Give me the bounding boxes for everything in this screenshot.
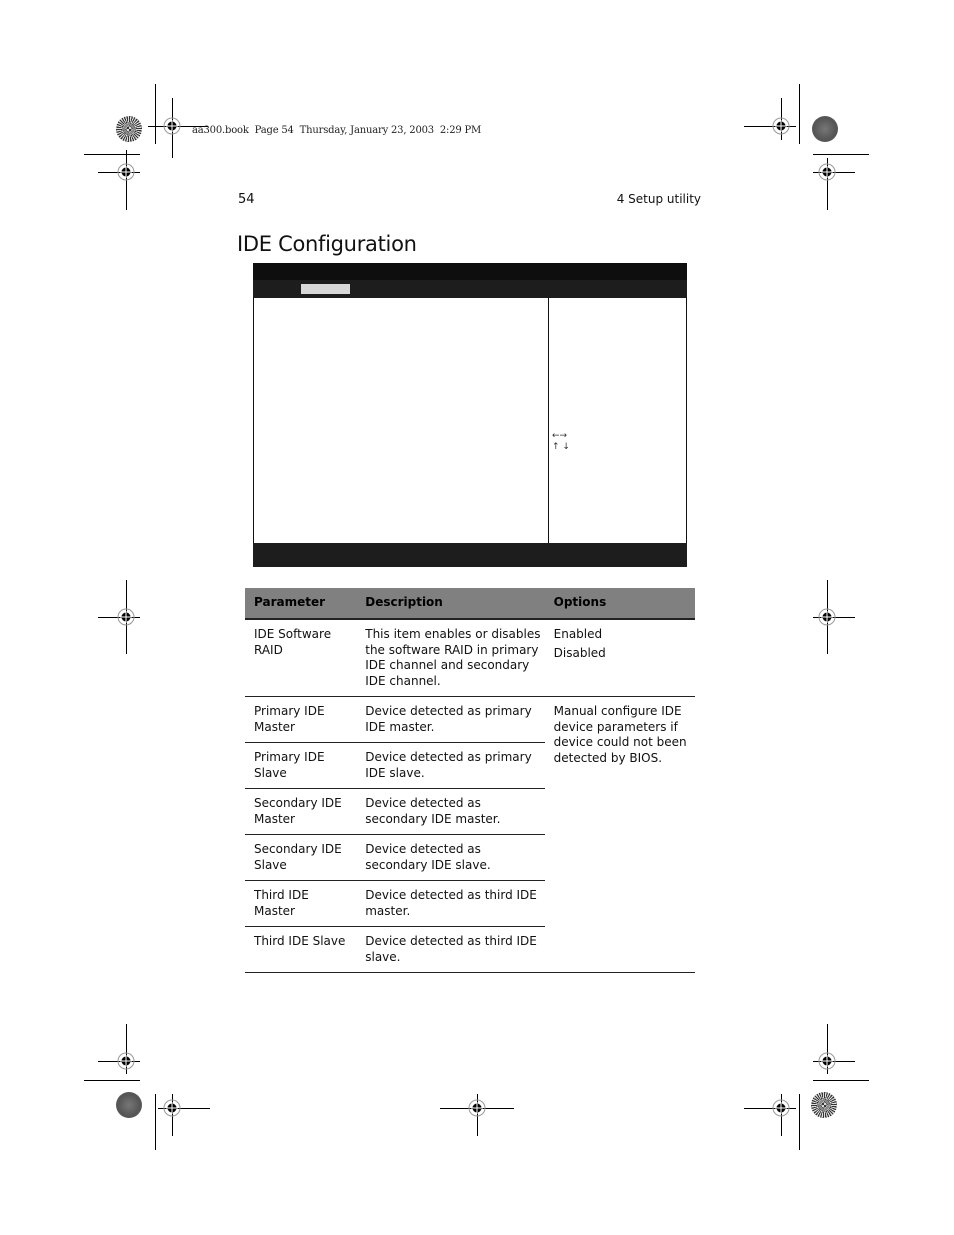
registration-target-icon: [818, 1052, 836, 1070]
parameter-cell: Primary IDE Master: [245, 696, 357, 743]
crop-line: [84, 154, 140, 155]
color-rosette-icon: [116, 116, 142, 142]
description-cell: Device detected as primary IDE slave.: [356, 742, 545, 789]
description-cell: Device detected as third IDE slave.: [356, 926, 545, 973]
column-header-parameter: Parameter: [245, 588, 357, 620]
parameter-cell: IDE Software RAID: [245, 619, 357, 697]
bios-title-bar: [253, 263, 687, 280]
bios-status-bar: [253, 543, 687, 567]
registration-target-icon: [163, 117, 181, 135]
bios-help-divider: [548, 298, 549, 543]
gray-rosette-icon: [812, 116, 838, 142]
registration-target-icon: [117, 163, 135, 181]
registration-target-icon: [117, 1052, 135, 1070]
gray-rosette-icon: [116, 1092, 142, 1118]
page-number: 54: [238, 192, 255, 207]
crop-line: [799, 84, 800, 144]
registration-target-icon: [117, 608, 135, 626]
description-cell: Device detected as secondary IDE slave.: [356, 834, 545, 881]
parameter-table: Parameter Description Options IDE Softwa…: [245, 588, 695, 973]
registration-target-icon: [772, 117, 790, 135]
registration-target-icon: [468, 1099, 486, 1117]
options-cell: Enabled Disabled: [544, 619, 695, 697]
table-row: IDE Software RAID This item enables or d…: [245, 619, 695, 697]
parameter-cell: Primary IDE Slave: [245, 742, 357, 789]
parameter-cell: Secondary IDE Slave: [245, 834, 357, 881]
crop-line: [799, 1094, 800, 1150]
registration-target-icon: [818, 608, 836, 626]
table-header-row: Parameter Description Options: [245, 588, 695, 620]
registration-target-icon: [772, 1099, 790, 1117]
registration-target-icon: [818, 163, 836, 181]
parameter-cell: Third IDE Slave: [245, 926, 357, 973]
bios-screenshot-figure: ←→ ↑ ↓: [253, 263, 687, 567]
table-row: Primary IDE Master Device detected as pr…: [245, 696, 695, 973]
crop-line: [813, 1080, 869, 1081]
option-value: Enabled: [553, 627, 603, 641]
up-down-arrow-icon: ↑ ↓: [552, 442, 570, 452]
crop-line: [84, 1080, 140, 1081]
crop-line: [155, 1094, 156, 1150]
bios-menu-selected-tab: [301, 284, 350, 294]
description-cell: Device detected as primary IDE master.: [356, 696, 545, 743]
parameter-cell: Third IDE Master: [245, 880, 357, 927]
column-header-options: Options: [544, 588, 695, 620]
registration-target-icon: [163, 1099, 181, 1117]
description-cell: Device detected as third IDE master.: [356, 880, 545, 927]
color-rosette-icon: [811, 1092, 837, 1118]
shared-options-cell: Manual configure IDE device parameters i…: [544, 696, 695, 973]
left-right-arrow-icon: ←→: [552, 431, 568, 441]
option-value: Disabled: [553, 645, 606, 660]
description-cell: Device detected as secondary IDE master.: [356, 788, 545, 835]
running-header-chapter: 4 Setup utility: [616, 192, 701, 206]
bios-main-panel: ←→ ↑ ↓: [253, 298, 687, 543]
column-header-description: Description: [356, 588, 545, 620]
print-slug-header: aa300.book Page 54 Thursday, January 23,…: [192, 125, 482, 136]
description-cell: This item enables or disables the softwa…: [356, 619, 545, 697]
parameter-cell: Secondary IDE Master: [245, 788, 357, 835]
crop-line: [813, 154, 869, 155]
bios-nav-help: ←→ ↑ ↓: [552, 431, 570, 453]
section-title: IDE Configuration: [237, 232, 417, 256]
crop-line: [155, 84, 156, 144]
bios-menu-bar: [253, 280, 687, 298]
